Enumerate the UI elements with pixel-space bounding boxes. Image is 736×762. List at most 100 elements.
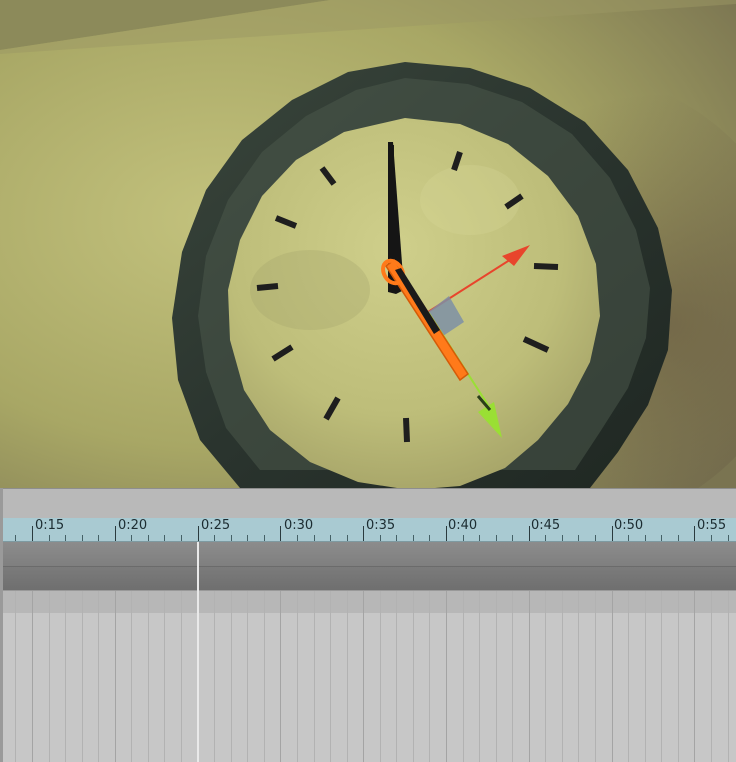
grid-line bbox=[496, 591, 497, 762]
ruler-label: 0:55 bbox=[697, 518, 727, 533]
ruler-label: 0:45 bbox=[531, 518, 561, 533]
ruler-minor-tick bbox=[49, 535, 50, 541]
ruler-minor-tick bbox=[264, 535, 265, 541]
ruler-minor-tick bbox=[661, 535, 662, 541]
ruler-minor-tick bbox=[429, 535, 430, 541]
ruler-minor-tick bbox=[562, 535, 563, 541]
grid-line bbox=[578, 591, 579, 762]
panel-splitter[interactable] bbox=[0, 488, 736, 518]
grid-line bbox=[330, 591, 331, 762]
grid-line bbox=[678, 591, 679, 762]
grid-line bbox=[380, 591, 381, 762]
grid-line bbox=[347, 591, 348, 762]
grid-line bbox=[628, 591, 629, 762]
ruler-minor-tick bbox=[314, 535, 315, 541]
playhead[interactable] bbox=[197, 542, 199, 762]
ruler-minor-tick bbox=[15, 535, 16, 541]
grid-line bbox=[446, 591, 447, 762]
hour-marker-9 bbox=[256, 283, 279, 291]
scene-render[interactable] bbox=[0, 0, 736, 488]
grid-line bbox=[131, 591, 132, 762]
ruler-minor-tick bbox=[82, 535, 83, 541]
ruler-label: 0:30 bbox=[284, 518, 314, 533]
grid-line bbox=[694, 591, 695, 762]
ruler-minor-tick bbox=[463, 535, 464, 541]
ruler-minor-tick bbox=[728, 535, 729, 541]
grid-line bbox=[545, 591, 546, 762]
grid-line bbox=[82, 591, 83, 762]
ruler-minor-tick bbox=[131, 535, 132, 541]
editor-window: 0:15 0:20 0:25 0:30 0:35 0:40 0:45 0:50 … bbox=[0, 0, 736, 762]
ruler-label: 0:20 bbox=[118, 518, 148, 533]
grid-line bbox=[314, 591, 315, 762]
grid-line bbox=[512, 591, 513, 762]
grid-line bbox=[429, 591, 430, 762]
ruler-minor-tick bbox=[545, 535, 546, 541]
hour-marker-3 bbox=[533, 263, 559, 270]
grid-line bbox=[49, 591, 50, 762]
ruler-minor-tick bbox=[413, 535, 414, 541]
grid-line bbox=[280, 591, 281, 762]
ruler-minor-tick bbox=[181, 535, 182, 541]
grid-line bbox=[148, 591, 149, 762]
grid-line bbox=[661, 591, 662, 762]
ruler-minor-tick bbox=[628, 535, 629, 541]
ruler-minor-tick bbox=[512, 535, 513, 541]
ruler-major-tick bbox=[280, 526, 281, 541]
ruler-label: 0:50 bbox=[614, 518, 644, 533]
ruler-label: 0:35 bbox=[366, 518, 396, 533]
ruler-major-tick bbox=[363, 526, 364, 541]
grid-line bbox=[214, 591, 215, 762]
grid-line bbox=[32, 591, 33, 762]
ruler-label: 0:25 bbox=[201, 518, 231, 533]
3d-viewport[interactable] bbox=[0, 0, 736, 488]
ruler-major-tick bbox=[694, 526, 695, 541]
ruler-minor-tick bbox=[214, 535, 215, 541]
ruler-minor-tick bbox=[496, 535, 497, 541]
grid-line bbox=[264, 591, 265, 762]
dopesheet-grid[interactable] bbox=[0, 613, 736, 762]
ruler-major-tick bbox=[115, 526, 116, 541]
ruler-major-tick bbox=[612, 526, 613, 541]
grid-line bbox=[645, 591, 646, 762]
ruler-minor-tick bbox=[396, 535, 397, 541]
grid-line bbox=[529, 591, 530, 762]
panel-edge bbox=[0, 488, 3, 762]
ruler-minor-tick bbox=[231, 535, 232, 541]
ruler-minor-tick bbox=[347, 535, 348, 541]
grid-line bbox=[728, 591, 729, 762]
ruler-minor-tick bbox=[645, 535, 646, 541]
ruler-minor-tick bbox=[711, 535, 712, 541]
grid-line bbox=[15, 591, 16, 762]
ruler-minor-tick bbox=[479, 535, 480, 541]
grid-line bbox=[98, 591, 99, 762]
grid-line bbox=[65, 591, 66, 762]
timeline-track[interactable] bbox=[0, 542, 736, 567]
ruler-minor-tick bbox=[98, 535, 99, 541]
ruler-minor-tick bbox=[65, 535, 66, 541]
grid-line bbox=[115, 591, 116, 762]
grid-line bbox=[562, 591, 563, 762]
ruler-minor-tick bbox=[578, 535, 579, 541]
grid-line bbox=[595, 591, 596, 762]
grid-line bbox=[297, 591, 298, 762]
ruler-minor-tick bbox=[330, 535, 331, 541]
timeline-track[interactable] bbox=[0, 567, 736, 591]
ruler-minor-tick bbox=[595, 535, 596, 541]
ruler-label: 0:15 bbox=[35, 518, 65, 533]
grid-line bbox=[413, 591, 414, 762]
grid-line bbox=[612, 591, 613, 762]
ruler-minor-tick bbox=[678, 535, 679, 541]
grid-line bbox=[711, 591, 712, 762]
grid-line bbox=[463, 591, 464, 762]
timeline-ruler[interactable]: 0:15 0:20 0:25 0:30 0:35 0:40 0:45 0:50 … bbox=[0, 518, 736, 542]
ruler-major-tick bbox=[446, 526, 447, 541]
grid-line bbox=[247, 591, 248, 762]
ruler-major-tick bbox=[529, 526, 530, 541]
grid-line bbox=[181, 591, 182, 762]
dopesheet-header[interactable] bbox=[0, 591, 736, 613]
ruler-minor-tick bbox=[247, 535, 248, 541]
ruler-label: 0:40 bbox=[448, 518, 478, 533]
grid-line bbox=[164, 591, 165, 762]
grid-line bbox=[479, 591, 480, 762]
